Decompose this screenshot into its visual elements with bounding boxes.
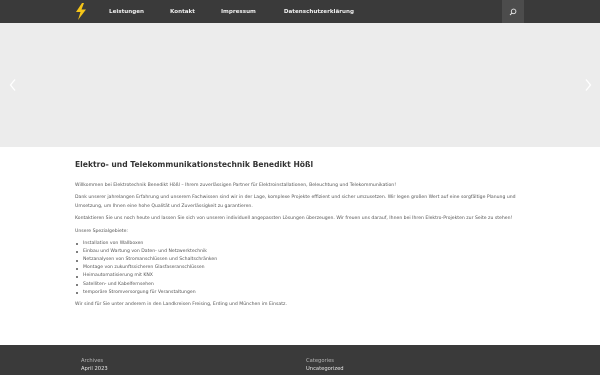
search-icon [509,8,517,15]
chevron-right-icon[interactable] [583,78,593,92]
list-item: Satelliten- und Kabelfernsehen [75,281,525,289]
region-paragraph: Wir sind für Sie unter anderem in den La… [75,301,287,307]
nav-item-datenschutz[interactable]: Datenschutzerklärung [284,9,354,15]
main-content: Elektro- und Telekommunikationstechnik B… [75,160,525,313]
lightning-bolt-icon[interactable] [74,3,88,20]
list-item: Heimautomatisierung mit KNX [75,272,525,280]
categories-widget: Categories Uncategorized [306,357,344,373]
search-button[interactable] [502,0,524,23]
list-item: Einbau und Wartung von Daten- und Netzwe… [75,248,525,256]
list-item: temporäre Stromversorgung für Veranstalt… [75,289,525,297]
contact-paragraph: Kontaktieren Sie uns noch heute und lass… [75,216,513,222]
footer: Archives April 2023 Categories Uncategor… [0,345,600,375]
nav-item-kontakt[interactable]: Kontakt [170,9,195,15]
top-navigation-bar: Leistungen Kontakt Impressum Datenschutz… [0,0,600,23]
list-item: Installation von Wallboxen [75,240,525,248]
nav-item-impressum[interactable]: Impressum [221,9,256,15]
intro-paragraph: Willkommen bei Elektrotechnik Benedikt H… [75,183,397,188]
list-item: Netzanalysen von Stromanschlüssen und Sc… [75,256,525,264]
page-title: Elektro- und Telekommunikationstechnik B… [75,160,314,169]
archive-link-april-2023[interactable]: April 2023 [81,365,108,373]
archives-widget: Archives April 2023 [81,357,108,373]
specialties-list: Installation von Wallboxen Einbau und Wa… [75,240,525,297]
list-item: Montage von zukunftssicheren Glasfaseran… [75,264,525,272]
category-link-uncategorized[interactable]: Uncategorized [306,365,344,373]
categories-heading: Categories [306,358,334,364]
specialties-heading: Unsere Spezialgebiete: [75,228,128,234]
experience-paragraph: Dank unserer jahrelangen Erfahrung und u… [75,195,516,209]
main-menu: Leistungen Kontakt Impressum Datenschutz… [109,0,380,23]
chevron-left-icon[interactable] [8,78,18,92]
nav-item-leistungen[interactable]: Leistungen [109,9,144,15]
image-slider [0,23,600,147]
archives-heading: Archives [81,358,104,364]
